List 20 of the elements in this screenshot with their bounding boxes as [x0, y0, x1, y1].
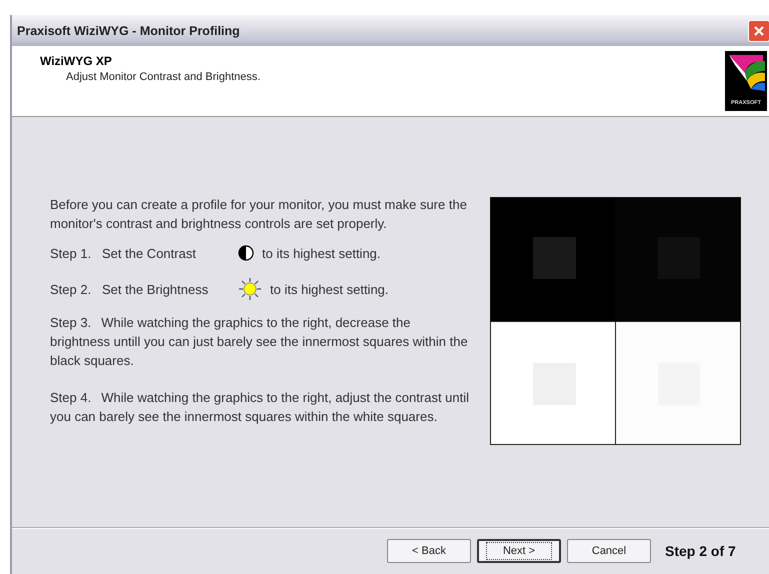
wizard-button[interactable]: Cancel — [567, 539, 651, 563]
wizard-title: WiziWYG XP — [40, 54, 113, 68]
step-number: Step 1. — [50, 246, 92, 260]
step-text: Step 4. While watching the graphics to the right, adjust the contrast until you can barely see the innermost squares within the white squares. — [50, 389, 470, 426]
close-button[interactable] — [748, 20, 769, 42]
step-counter: Step 2 of 7 — [665, 543, 736, 559]
intro-text: Before you can create a profile for your monitor, you must make sure the monitor's contrast and brightness controls are set properly. — [50, 196, 468, 233]
sun-icon — [238, 277, 262, 301]
step-text: Step 3. While watching the graphics to the right, decrease the brightness untill you can just barely see the innermost squares within the black squares. — [50, 314, 469, 370]
step-text: to its highest setting. — [270, 282, 389, 296]
contrast-icon — [238, 245, 254, 261]
wizard-button[interactable]: Next > — [477, 539, 561, 563]
step-number: Step 2. — [50, 282, 92, 296]
step-text: to its highest setting. — [262, 246, 381, 260]
step-action: Set the Contrast — [102, 246, 197, 260]
step-action: Set the Brightness — [102, 282, 210, 296]
wizard-subtitle: Adjust Monitor Contrast and Brightness. — [65, 71, 260, 83]
close-icon — [752, 24, 766, 38]
wizard-button[interactable]: < Back — [387, 539, 471, 563]
window-title: Praxisoft WiziWYG - Monitor Profiling — [17, 24, 241, 38]
